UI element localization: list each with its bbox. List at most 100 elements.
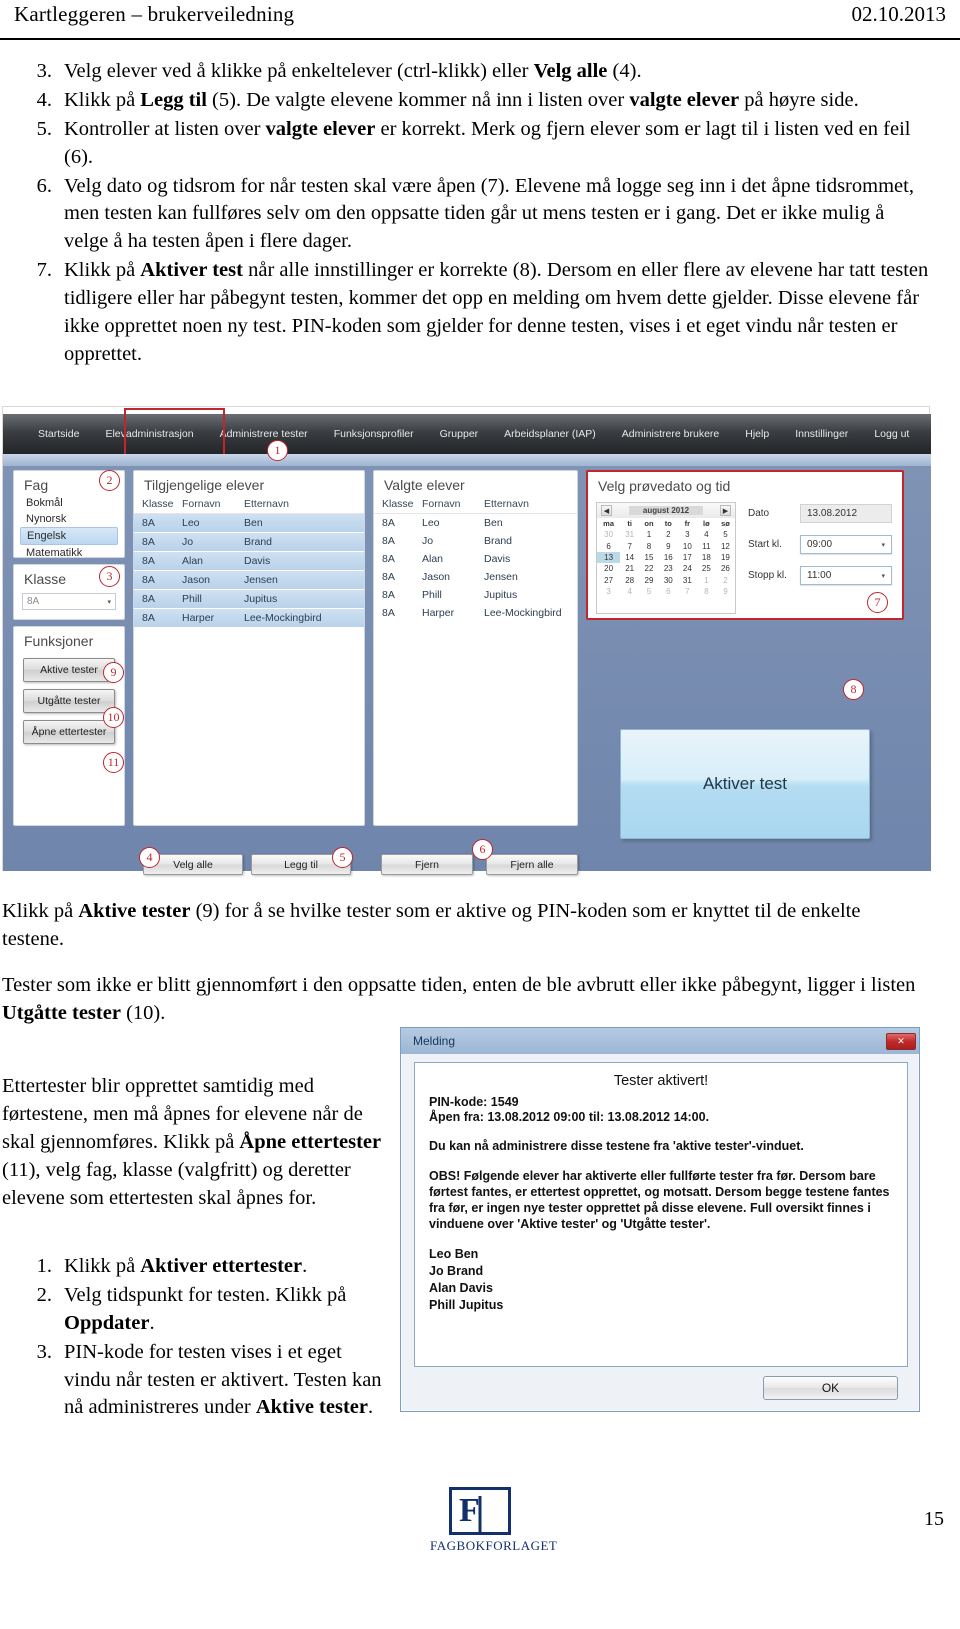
table-row[interactable]: 8A Jason Jensen [374,568,577,586]
calendar-day[interactable]: 6 [659,586,678,597]
calendar-day[interactable]: 26 [716,563,735,574]
melding-dialog: Melding ✕ Tester aktivert! PIN-kode: 154… [400,1027,920,1412]
fag-item-bokm-l[interactable]: Bokmål [20,495,118,511]
calendar-day[interactable]: 30 [659,575,678,586]
page-header: Kartleggeren – brukerveiledning 02.10.20… [0,0,960,40]
calendar-widget[interactable]: ◀ august 2012 ▶ ma ti on to fr lø sø 30 31 1 2 3 4 5 6… [596,502,736,614]
table-row[interactable]: 8A Harper Lee-Mockingbird [134,608,364,628]
fjern-alle-button[interactable]: Fjern alle [486,854,578,875]
table-row[interactable]: 8A Jo Brand [374,532,577,550]
instruction-item: 7. Klikk på Aktiver test når alle innstil… [30,257,930,369]
calendar-day[interactable]: 5 [716,529,735,540]
calendar-day[interactable]: 22 [639,563,659,574]
calendar-day[interactable]: 11 [697,540,716,551]
table-cell: 8A [142,536,155,548]
chosen-students-table[interactable]: Klasse Fornavn Etternavn 8A Leo Ben 8A Jo Brand 8… [374,495,577,622]
close-icon[interactable]: ✕ [886,1032,916,1050]
fag-item-nynorsk[interactable]: Nynorsk [20,511,118,527]
nav-item-administrere-brukere[interactable]: Administrere brukere [609,428,732,440]
calendar-week-row: 20 21 22 23 24 25 26 [597,563,735,574]
calendar-day[interactable]: 8 [639,540,659,551]
stop-time-value: 11:00 [807,570,832,581]
nav-item-funksjonsprofiler[interactable]: Funksjonsprofiler [321,428,427,440]
calendar-day[interactable]: 15 [639,552,659,563]
calendar-grid[interactable]: ma ti on to fr lø sø 30 31 1 2 3 4 5 6 7 8 9 10 11 12 13 14 15 1… [597,518,735,597]
table-row[interactable]: 8A Leo Ben [134,513,364,533]
aktiver-test-button[interactable]: Aktiver test [620,729,870,839]
calendar-day[interactable]: 9 [659,540,678,551]
nav-item-startside[interactable]: Startside [25,428,92,440]
calendar-day[interactable]: 5 [639,586,659,597]
date-value: 13.08.2012 [800,504,892,523]
calendar-day[interactable]: 29 [639,575,659,586]
table-row[interactable]: 8A Jo Brand [134,532,364,552]
calendar-day[interactable]: 9 [716,586,735,597]
table-row[interactable]: 8A Leo Ben [374,513,577,532]
table-row[interactable]: 8A Jason Jensen [134,570,364,590]
klasse-dropdown[interactable]: 8A ▾ [22,593,116,610]
calendar-day[interactable]: 21 [620,563,639,574]
calendar-day[interactable]: 12 [716,540,735,551]
calendar-day[interactable]: 31 [620,529,639,540]
calendar-day[interactable]: 7 [678,586,697,597]
calendar-day[interactable]: 2 [659,529,678,540]
calendar-day[interactable]: 17 [678,552,697,563]
calendar-day[interactable]: 3 [678,529,697,540]
chevron-down-icon: ▾ [107,598,111,606]
calendar-day[interactable]: 7 [620,540,639,551]
calendar-day[interactable]: 31 [678,575,697,586]
calendar-day[interactable]: 1 [697,575,716,586]
calendar-weekday: ma [603,519,614,528]
funksjoner-title: Funksjoner [24,633,94,649]
date-panel-title: Velg prøvedato og tid [598,478,731,494]
calendar-day[interactable]: 4 [697,529,716,540]
calendar-day[interactable]: 24 [678,563,697,574]
fag-item-matematikk[interactable]: Matematikk [20,545,118,561]
nav-item-arbeidsplaner-iap[interactable]: Arbeidsplaner (IAP) [491,428,609,440]
funksjon-button--pne-ettertester[interactable]: Åpne ettertester [23,720,115,744]
calendar-day[interactable]: 30 [597,529,620,540]
calendar-day[interactable]: 8 [697,586,716,597]
calendar-day[interactable]: 25 [697,563,716,574]
calendar-day[interactable]: 13 [597,551,621,564]
table-row[interactable]: 8A Harper Lee-Mockingbird [374,604,577,622]
calendar-day[interactable]: 2 [716,575,735,586]
table-cell: 8A [382,517,395,529]
calendar-day[interactable]: 23 [659,563,678,574]
calendar-day[interactable]: 19 [716,552,735,563]
available-students-table[interactable]: Klasse Fornavn Etternavn 8A Leo Ben 8A Jo Brand 8… [134,495,364,628]
nav-item-logg-ut[interactable]: Logg ut [861,428,922,440]
column-header-fornavn: Fornavn [414,495,476,514]
date-label: Dato [748,508,770,519]
funksjon-button-aktive-tester[interactable]: Aktive tester [23,658,115,682]
calendar-day[interactable]: 28 [620,575,639,586]
start-time-dropdown[interactable]: 09:00 ▾ [800,535,892,554]
column-header-etternavn: Etternavn [236,495,364,514]
calendar-day[interactable]: 10 [678,540,697,551]
document-date: 02.10.2013 [851,2,947,26]
calendar-prev-icon[interactable]: ◀ [601,505,612,516]
table-row[interactable]: 8A Alan Davis [134,551,364,571]
table-row[interactable]: 8A Phill Jupitus [374,586,577,604]
calendar-next-icon[interactable]: ▶ [720,505,731,516]
calendar-day[interactable]: 16 [659,552,678,563]
table-row[interactable]: 8A Alan Davis [374,550,577,568]
fjern-button[interactable]: Fjern [381,854,473,875]
calendar-day[interactable]: 18 [697,552,716,563]
nav-item-grupper[interactable]: Grupper [427,428,492,440]
calendar-day[interactable]: 20 [597,563,620,574]
nav-item-hjelp[interactable]: Hjelp [732,428,782,440]
fag-item-engelsk[interactable]: Engelsk [20,527,118,545]
calendar-day[interactable]: 14 [620,552,639,563]
instruction-text: Klikk på Legg til (5). De valgte elevene… [64,88,859,111]
calendar-day[interactable]: 1 [639,529,659,540]
nav-item-innstillinger[interactable]: Innstillinger [782,428,861,440]
funksjon-button-utg-tte-tester[interactable]: Utgåtte tester [23,689,115,713]
calendar-day[interactable]: 27 [597,575,620,586]
calendar-day[interactable]: 3 [597,586,620,597]
dialog-ok-button[interactable]: OK [763,1376,898,1400]
calendar-day[interactable]: 6 [597,540,620,551]
table-row[interactable]: 8A Phill Jupitus [134,589,364,609]
stop-time-dropdown[interactable]: 11:00 ▾ [800,566,892,585]
calendar-day[interactable]: 4 [620,586,639,597]
